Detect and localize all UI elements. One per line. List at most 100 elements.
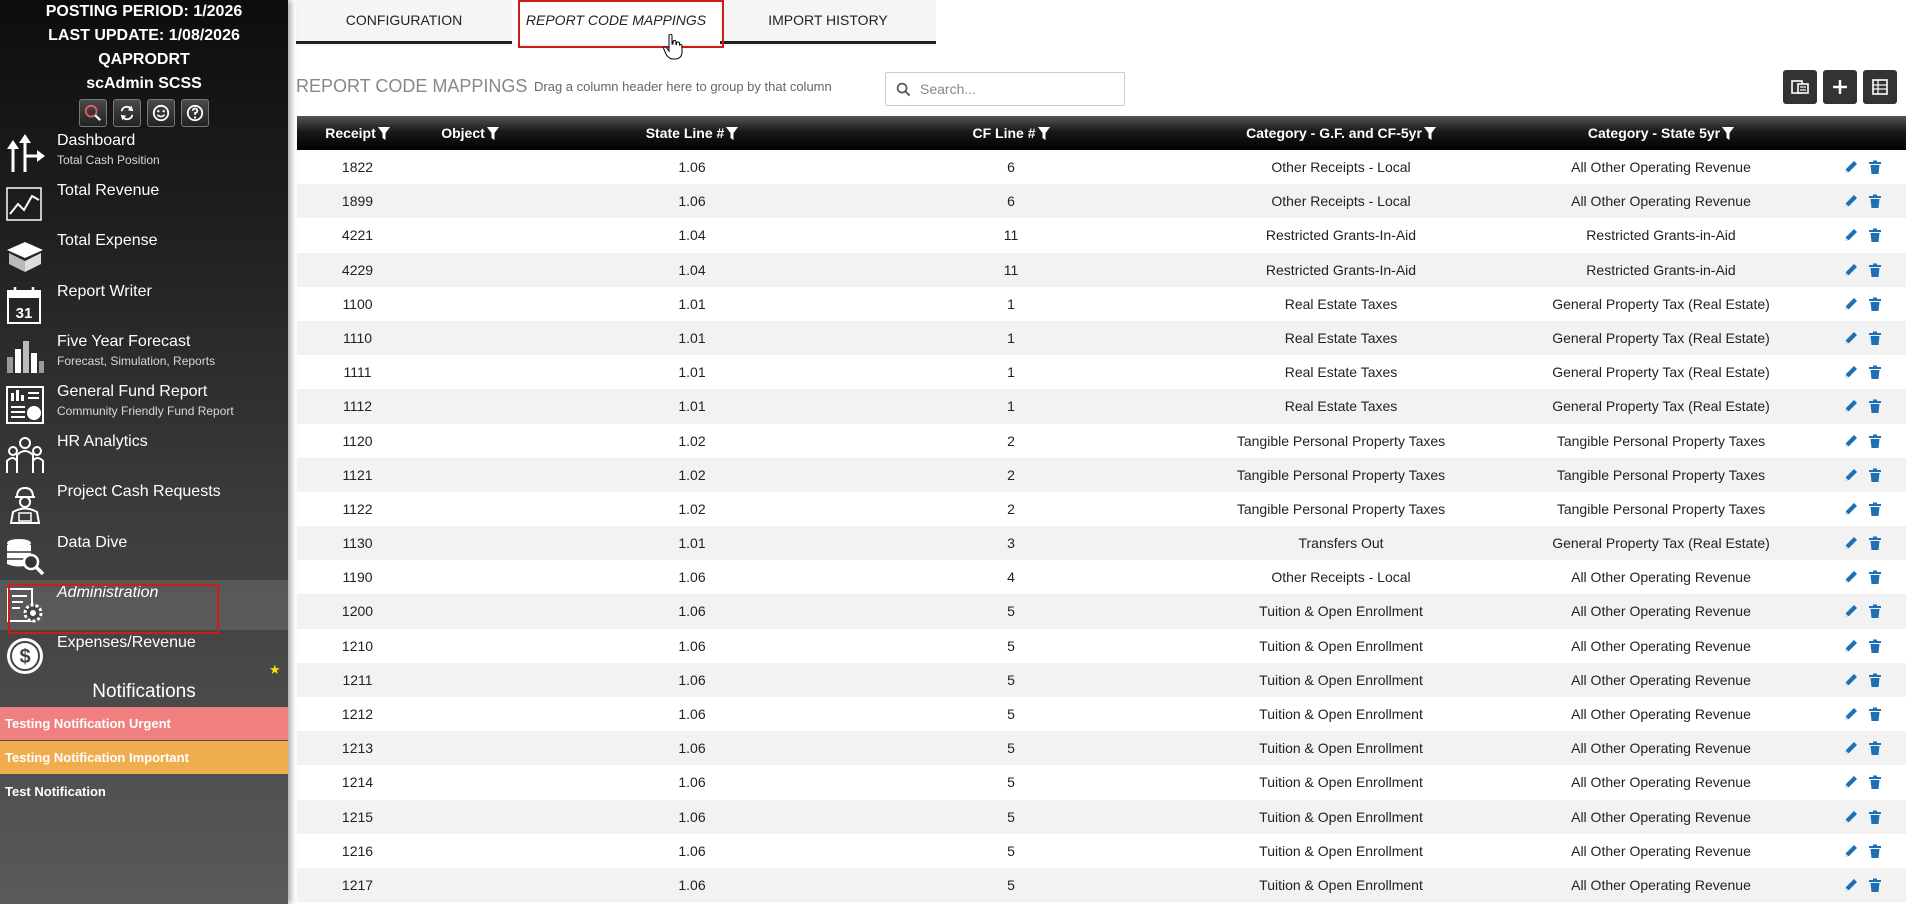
edit-icon[interactable] — [1844, 331, 1858, 345]
filter-icon[interactable] — [1037, 127, 1050, 140]
edit-icon[interactable] — [1844, 604, 1858, 618]
delete-icon[interactable] — [1868, 775, 1882, 790]
table-row[interactable]: 4221 1.04 11 Restricted Grants-In-Aid Restri… — [297, 218, 1906, 253]
group-panel-hint[interactable]: Drag a column header here to group by th… — [534, 79, 832, 94]
edit-icon[interactable] — [1844, 639, 1858, 653]
delete-icon[interactable] — [1868, 468, 1882, 482]
tab-import-history[interactable]: IMPORT HISTORY — [720, 0, 936, 44]
delete-icon[interactable] — [1868, 194, 1882, 209]
table-row[interactable]: 1122 1.02 2 Tangible Personal Property Taxe… — [297, 491, 1906, 527]
edit-icon[interactable] — [1844, 228, 1858, 242]
table-row[interactable]: 1213 1.06 5 Tuition & Open Enrollment All Ot… — [297, 731, 1906, 766]
export-button[interactable] — [1863, 70, 1897, 104]
notification-important[interactable]: Testing Notification Important — [0, 741, 288, 774]
filter-icon[interactable] — [377, 127, 390, 140]
delete-icon[interactable] — [1868, 639, 1882, 653]
table-row[interactable]: 4229 1.04 11 Restricted Grants-In-Aid Restri… — [297, 252, 1906, 287]
edit-icon[interactable] — [1844, 570, 1858, 584]
table-row[interactable]: 1111 1.01 1 Real Estate Taxes General Proper… — [297, 355, 1906, 390]
delete-icon[interactable] — [1868, 263, 1882, 277]
delete-icon[interactable] — [1868, 502, 1882, 516]
table-row[interactable]: 1120 1.02 2 Tangible Personal Property Taxe… — [297, 423, 1906, 458]
delete-icon[interactable] — [1868, 673, 1882, 687]
column-header-object[interactable]: Object — [422, 116, 518, 150]
column-header-category-state[interactable]: Category - State 5yr — [1529, 116, 1793, 150]
table-row[interactable]: 1899 1.06 6 Other Receipts - Local All Other… — [297, 184, 1906, 219]
table-row[interactable]: 1190 1.06 4 Other Receipts - Local All Other… — [297, 560, 1906, 595]
search-input[interactable] — [920, 79, 1116, 99]
sidebar-item-data-dive[interactable]: Data Dive — [0, 530, 288, 580]
sidebar-item-general-fund-report[interactable]: General Fund Report Community Friendly Fu… — [0, 379, 288, 429]
delete-icon[interactable] — [1868, 399, 1882, 414]
filter-icon[interactable] — [1423, 127, 1436, 140]
table-row[interactable]: 1130 1.01 3 Transfers Out General Property T… — [297, 526, 1906, 561]
sidebar-item-administration[interactable]: Administration — [0, 579, 288, 634]
delete-icon[interactable] — [1868, 707, 1882, 721]
table-row[interactable]: 1822 1.06 6 Other Receipts - Local All Other… — [297, 150, 1906, 185]
edit-icon[interactable] — [1844, 502, 1858, 516]
add-row-button[interactable] — [1823, 70, 1857, 104]
table-row[interactable]: 1215 1.06 5 Tuition & Open Enrollment All Ot… — [297, 799, 1906, 834]
delete-icon[interactable] — [1868, 536, 1882, 551]
table-row[interactable]: 1212 1.06 5 Tuition & Open Enrollment All Ot… — [297, 697, 1906, 732]
sidebar-item-total-expense[interactable]: Total Expense — [0, 228, 288, 278]
favorite-star-icon[interactable]: ★ — [269, 662, 281, 678]
sidebar-item-report-writer[interactable]: 31 Report Writer — [0, 279, 288, 329]
edit-icon[interactable] — [1844, 399, 1858, 413]
column-chooser-button[interactable] — [1783, 70, 1817, 104]
table-row[interactable]: 1112 1.01 1 Real Estate Taxes General Proper… — [297, 389, 1906, 424]
search-button[interactable] — [79, 99, 107, 127]
delete-icon[interactable] — [1868, 160, 1882, 174]
column-header-state-line[interactable]: State Line # — [617, 116, 767, 150]
column-header-category-gf[interactable]: Category - G.F. and CF-5yr — [1211, 116, 1471, 150]
table-row[interactable]: 1100 1.01 1 Real Estate Taxes General Proper… — [297, 286, 1906, 321]
feedback-button[interactable] — [147, 99, 175, 127]
edit-icon[interactable] — [1844, 741, 1858, 755]
edit-icon[interactable] — [1844, 194, 1858, 208]
delete-icon[interactable] — [1868, 331, 1882, 345]
edit-icon[interactable] — [1844, 434, 1858, 448]
sidebar-item-hr-analytics[interactable]: HR Analytics — [0, 429, 288, 479]
table-row[interactable]: 1211 1.06 5 Tuition & Open Enrollment All Ot… — [297, 662, 1906, 697]
help-button[interactable] — [181, 99, 209, 127]
delete-icon[interactable] — [1868, 570, 1882, 585]
table-row[interactable]: 1200 1.06 5 Tuition & Open Enrollment All Ot… — [297, 594, 1906, 629]
delete-icon[interactable] — [1868, 434, 1882, 448]
delete-icon[interactable] — [1868, 844, 1882, 858]
edit-icon[interactable] — [1844, 365, 1858, 379]
delete-icon[interactable] — [1868, 297, 1882, 311]
column-header-receipt[interactable]: Receipt — [302, 116, 413, 150]
edit-icon[interactable] — [1844, 297, 1858, 311]
delete-icon[interactable] — [1868, 365, 1882, 380]
edit-icon[interactable] — [1844, 160, 1858, 174]
column-header-cf-line[interactable]: CF Line # — [937, 116, 1085, 150]
edit-icon[interactable] — [1844, 775, 1858, 789]
edit-icon[interactable] — [1844, 707, 1858, 721]
tab-configuration[interactable]: CONFIGURATION — [296, 0, 512, 44]
filter-icon[interactable] — [726, 127, 739, 140]
refresh-button[interactable] — [113, 99, 141, 127]
delete-icon[interactable] — [1868, 810, 1882, 824]
edit-icon[interactable] — [1844, 263, 1858, 277]
table-row[interactable]: 1210 1.06 5 Tuition & Open Enrollment All Ot… — [297, 628, 1906, 663]
table-row[interactable]: 1217 1.06 5 Tuition & Open Enrollment All Ot… — [297, 867, 1906, 903]
edit-icon[interactable] — [1844, 878, 1858, 892]
delete-icon[interactable] — [1868, 741, 1882, 756]
search-box[interactable] — [885, 72, 1125, 106]
filter-icon[interactable] — [1722, 127, 1735, 140]
edit-icon[interactable] — [1844, 673, 1858, 687]
sidebar-item-project-cash-requests[interactable]: Project Cash Requests — [0, 479, 288, 529]
delete-icon[interactable] — [1868, 878, 1882, 892]
table-row[interactable]: 1121 1.02 2 Tangible Personal Property Taxe… — [297, 457, 1906, 492]
delete-icon[interactable] — [1868, 228, 1882, 243]
sidebar-item-five-year-forecast[interactable]: Five Year Forecast Forecast, Simulation, … — [0, 329, 288, 379]
sidebar-item-expenses-revenue[interactable]: $ Expenses/Revenue ★ — [0, 630, 288, 680]
table-row[interactable]: 1216 1.06 5 Tuition & Open Enrollment All Ot… — [297, 833, 1906, 868]
table-row[interactable]: 1110 1.01 1 Real Estate Taxes General Proper… — [297, 320, 1906, 356]
sidebar-item-total-revenue[interactable]: Total Revenue — [0, 178, 288, 228]
edit-icon[interactable] — [1844, 844, 1858, 858]
filter-icon[interactable] — [486, 127, 499, 140]
notification-normal[interactable]: Test Notification — [0, 775, 288, 808]
sidebar-item-dashboard[interactable]: Dashboard Total Cash Position — [0, 128, 288, 178]
delete-icon[interactable] — [1868, 604, 1882, 619]
